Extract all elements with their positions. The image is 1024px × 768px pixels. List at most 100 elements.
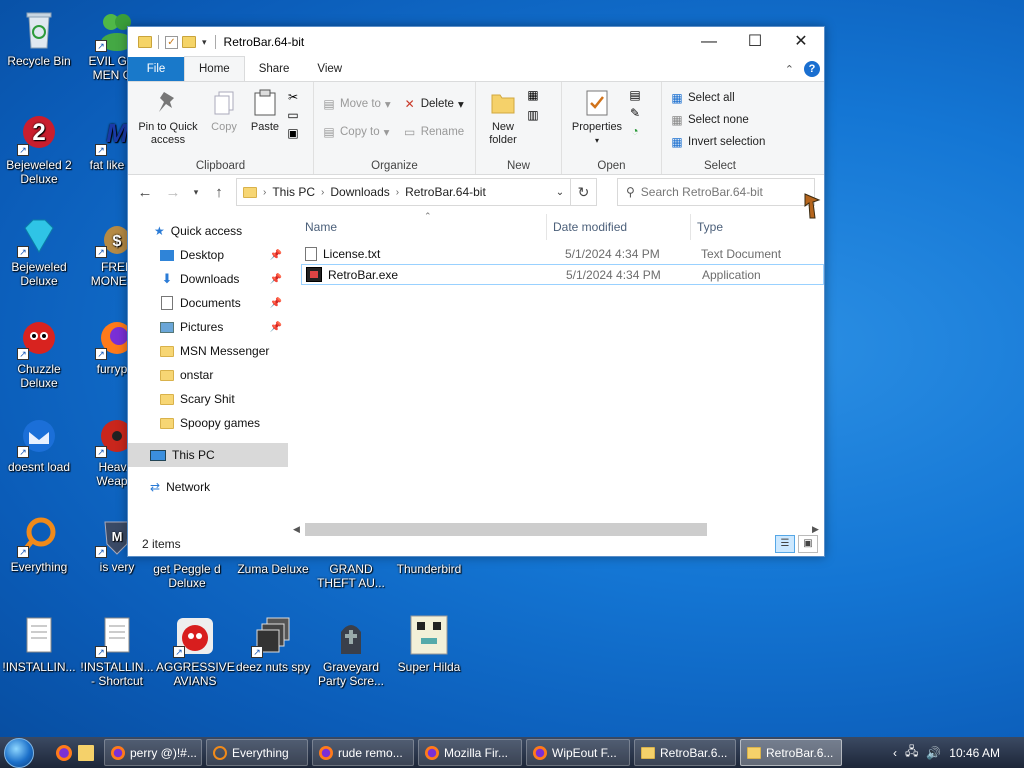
nav-pictures[interactable]: Pictures 📌 xyxy=(128,315,288,339)
copy-icon xyxy=(210,88,238,118)
table-row[interactable]: License.txt 5/1/2024 4:34 PM Text Docume… xyxy=(301,243,824,264)
show-hidden-icons-chevron-icon[interactable]: ‹ xyxy=(893,746,897,760)
nav-this-pc[interactable]: This PC xyxy=(128,443,288,467)
chevron-right-icon[interactable]: › xyxy=(321,187,324,198)
nav-msn-messenger[interactable]: MSN Messenger xyxy=(128,339,288,363)
desktop-icon-aggressive-avians[interactable]: ↗ AGGRESSIVE AVIANS xyxy=(156,614,235,688)
task-retrobar-1[interactable]: RetroBar.6... xyxy=(634,739,736,766)
desktop-icon-chuzzle[interactable]: ↗ Chuzzle Deluxe xyxy=(0,316,78,390)
nav-scary-shit[interactable]: Scary Shit xyxy=(128,387,288,411)
task-everything[interactable]: Everything xyxy=(206,739,308,766)
delete-button[interactable]: ✕ Delete ▾ xyxy=(403,96,464,112)
mouse-cursor-icon xyxy=(803,192,821,222)
invert-selection-button[interactable]: ▦ Invert selection xyxy=(670,134,765,150)
select-all-button[interactable]: ▦ Select all xyxy=(670,90,765,106)
task-retrobar-2[interactable]: RetroBar.6... xyxy=(740,739,842,766)
nav-onstar[interactable]: onstar xyxy=(128,363,288,387)
task-rude-remo[interactable]: rude remo... xyxy=(312,739,414,766)
history-icon[interactable]: ◔ xyxy=(628,124,642,138)
desktop-icon-super-hilda[interactable]: Super Hilda xyxy=(390,614,468,674)
close-button[interactable]: ✕ xyxy=(778,27,824,57)
firefox-icon[interactable] xyxy=(56,744,72,761)
title-bar[interactable]: ✓ ▾ RetroBar.64-bit — ☐ ✕ xyxy=(128,27,824,57)
customize-qat-dropdown[interactable]: ▾ xyxy=(200,37,209,48)
edit-icon[interactable]: ✎ xyxy=(628,106,642,120)
navigation-pane: ★ Quick access Desktop 📌 ⬇ Downloads 📌 D… xyxy=(128,211,288,532)
easy-access-icon[interactable]: ▥ xyxy=(526,108,540,122)
tab-view[interactable]: View xyxy=(303,57,356,81)
properties-qat-icon[interactable]: ✓ xyxy=(165,35,178,49)
recent-locations-dropdown[interactable]: ▾ xyxy=(190,187,202,198)
tab-home[interactable]: Home xyxy=(184,56,245,81)
new-item-icon[interactable]: ▦ xyxy=(526,88,540,102)
desktop-icon-recycle-bin[interactable]: Recycle Bin xyxy=(0,8,78,68)
table-row[interactable]: RetroBar.exe 5/1/2024 4:34 PM Applicatio… xyxy=(301,264,824,285)
large-icons-view-button[interactable]: ▣ xyxy=(798,535,818,553)
rename-button[interactable]: ▭ Rename xyxy=(403,124,464,140)
pin-icon: 📌 xyxy=(269,321,282,333)
search-input[interactable] xyxy=(640,185,801,199)
folder-icon xyxy=(160,417,174,429)
desktop-icon-label: is very xyxy=(99,560,135,574)
desktop-icon-graveyard-party[interactable]: Graveyard Party Scre... xyxy=(312,614,390,688)
clock[interactable]: 10:46 AM xyxy=(949,746,1000,760)
desktop-icon-peggle[interactable]: get Peggle d Deluxe xyxy=(148,562,226,590)
desktop-icon-installing[interactable]: !INSTALLIN... xyxy=(0,614,78,674)
copy-path-icon[interactable]: ▭ xyxy=(286,108,300,122)
task-mozilla-firefox[interactable]: Mozilla Fir... xyxy=(418,739,522,766)
search-box[interactable]: ⚲ xyxy=(617,178,815,206)
collapse-ribbon-icon[interactable]: ⌃ xyxy=(785,63,794,76)
select-none-button[interactable]: ▦ Select none xyxy=(670,112,765,128)
up-button[interactable]: ↑ xyxy=(208,184,230,201)
open-icon[interactable]: ▤ xyxy=(628,88,642,102)
chevron-right-icon[interactable]: › xyxy=(396,187,399,198)
chevron-down-icon[interactable]: ⌄ xyxy=(550,187,570,198)
task-wipeout[interactable]: WipEout F... xyxy=(526,739,630,766)
desktop-icon-bejeweled-2[interactable]: 2 ↗ Bejeweled 2 Deluxe xyxy=(0,112,78,186)
new-folder-qat-icon[interactable] xyxy=(182,36,196,48)
volume-icon[interactable]: 🔊 xyxy=(926,746,941,760)
copy-to-button[interactable]: ▤ Copy to ▾ xyxy=(322,124,391,140)
desktop-icon-installing-shortcut[interactable]: ↗ !INSTALLIN... - Shortcut xyxy=(78,614,156,688)
cut-icon[interactable]: ✂ xyxy=(286,90,300,104)
forward-button[interactable]: → xyxy=(162,184,184,201)
help-icon[interactable]: ? xyxy=(804,61,820,77)
breadcrumb-this-pc[interactable]: This PC xyxy=(272,185,315,199)
breadcrumb-downloads[interactable]: Downloads xyxy=(330,185,389,199)
nav-desktop[interactable]: Desktop 📌 xyxy=(128,243,288,267)
desktop-icon-everything[interactable]: ↗ Everything xyxy=(0,514,78,574)
desktop-icon-label: Zuma Deluxe xyxy=(237,562,309,576)
desktop-icon-gta[interactable]: GRAND THEFT AU... xyxy=(312,562,390,590)
refresh-button[interactable]: ↻ xyxy=(571,178,597,206)
network-tray-icon[interactable]: 🖧 xyxy=(905,742,918,763)
nav-quick-access[interactable]: ★ Quick access xyxy=(128,219,288,243)
desktop-icon-thunderbird[interactable]: Thunderbird xyxy=(390,562,468,576)
nav-network[interactable]: ⇄ Network xyxy=(128,475,288,499)
start-button[interactable] xyxy=(0,737,38,768)
desktop-icon-bejeweled[interactable]: ↗ Bejeweled Deluxe xyxy=(0,214,78,288)
details-view-button[interactable]: ☰ xyxy=(775,535,795,553)
minimize-button[interactable]: — xyxy=(686,27,732,57)
breadcrumb-retrobar[interactable]: RetroBar.64-bit xyxy=(405,185,486,199)
nav-downloads[interactable]: ⬇ Downloads 📌 xyxy=(128,267,288,291)
column-header-date[interactable]: Date modified xyxy=(547,213,691,240)
back-button[interactable]: ← xyxy=(134,184,156,201)
paste-shortcut-icon[interactable]: ▣ xyxy=(286,126,300,140)
nav-documents[interactable]: Documents 📌 xyxy=(128,291,288,315)
column-header-type[interactable]: Type xyxy=(691,214,723,240)
column-header-name[interactable]: Name xyxy=(289,213,547,240)
maximize-button[interactable]: ☐ xyxy=(732,27,778,57)
chevron-right-icon[interactable]: › xyxy=(263,187,266,198)
address-bar[interactable]: › This PC › Downloads › RetroBar.64-bit … xyxy=(236,178,571,206)
firefox-icon xyxy=(533,745,547,760)
tab-file[interactable]: File xyxy=(128,57,184,81)
task-perry[interactable]: perry @)!#... xyxy=(104,739,202,766)
tab-share[interactable]: Share xyxy=(245,57,304,81)
desktop-icon-deez-nuts-spy[interactable]: ↗ deez nuts spy xyxy=(234,614,312,674)
desktop-icon-doesnt-load[interactable]: ↗ doesnt load xyxy=(0,414,78,474)
file-explorer-icon[interactable] xyxy=(78,744,94,761)
address-bar-row: ← → ▾ ↑ › This PC › Downloads › RetroBar… xyxy=(128,175,824,209)
move-to-button[interactable]: ▤ Move to ▾ xyxy=(322,96,390,112)
nav-spoopy-games[interactable]: Spoopy games xyxy=(128,411,288,435)
desktop-icon-zuma[interactable]: Zuma Deluxe xyxy=(234,562,312,576)
